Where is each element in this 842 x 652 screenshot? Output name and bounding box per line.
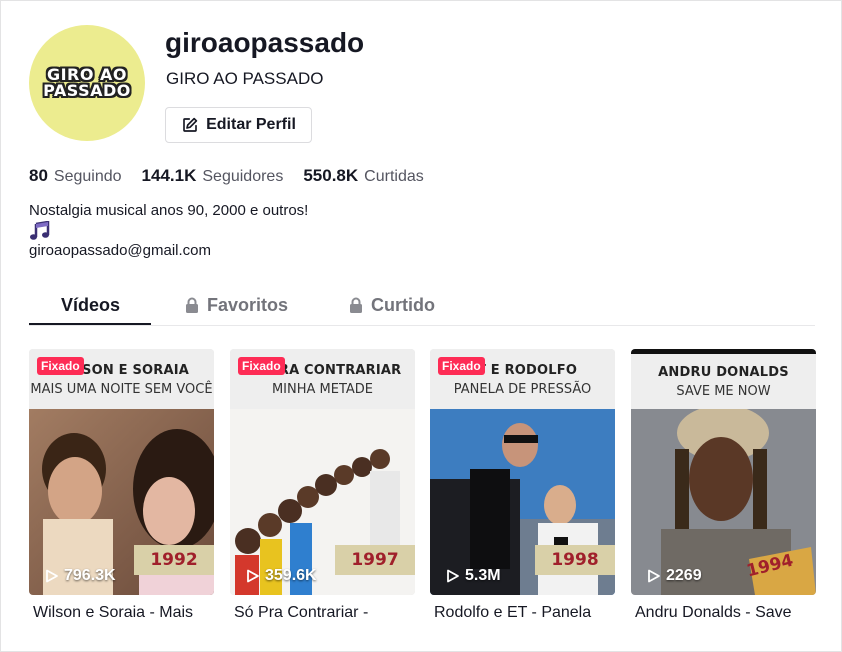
video-caption[interactable]: Rodolfo e ET - Panela — [434, 604, 624, 622]
stat-value: 80 — [29, 166, 48, 185]
tab-liked[interactable]: Curtido — [349, 285, 435, 325]
tab-favorites[interactable]: Favoritos — [185, 285, 288, 325]
avatar-logo-line2: PASSADO — [43, 81, 131, 100]
video-card[interactable]: ANDRU DONALDS SAVE ME NOW 1994 2269 — [631, 349, 816, 595]
profile-tabs: Vídeos Favoritos Curtido — [29, 285, 815, 326]
video-caption[interactable]: Só Pra Contrariar - — [234, 604, 424, 622]
view-count: 359.6K — [246, 567, 317, 585]
pinned-badge: Fixado — [438, 357, 485, 375]
view-count-value: 359.6K — [265, 567, 317, 584]
thumbnail-song: SAVE ME NOW — [676, 384, 771, 399]
stat-followers[interactable]: 144.1K Seguidores — [142, 166, 284, 186]
pinned-badge: Fixado — [238, 357, 285, 375]
thumbnail-song: PANELA DE PRESSÃO — [453, 382, 592, 397]
stat-value: 550.8K — [303, 166, 359, 185]
stat-value: 144.1K — [141, 166, 197, 185]
profile-page: GIRO AO PASSADO giroaopassado GIRO AO PA… — [0, 0, 842, 652]
video-card[interactable]: WILSON E SORAIA MAIS UMA NOITE SEM VOCÊ … — [29, 349, 214, 595]
lock-icon — [350, 297, 362, 313]
stat-likes: 550.8K Curtidas — [303, 166, 423, 186]
thumbnail-song: MINHA METADE — [271, 382, 374, 397]
tab-label: Curtido — [371, 294, 435, 315]
bio-email: giroaopassado@gmail.com — [29, 242, 211, 259]
username: giroaopassado — [165, 27, 365, 58]
video-thumbnail-header: ANDRU DONALDS SAVE ME NOW — [631, 349, 816, 409]
thumbnail-artist: ANDRU DONALDS — [658, 365, 789, 380]
thumbnail-song: MAIS UMA NOITE SEM VOCÊ — [30, 382, 213, 397]
edit-icon — [183, 117, 198, 132]
tab-label: Favoritos — [207, 294, 289, 315]
play-icon — [46, 569, 58, 583]
edit-profile-label: Editar Perfil — [206, 116, 296, 133]
play-icon — [447, 569, 459, 583]
view-count-value: 796.3K — [64, 567, 116, 584]
view-count: 2269 — [647, 567, 702, 585]
bio-text: Nostalgia musical anos 90, 2000 e outros… — [29, 202, 309, 219]
avatar-logo: GIRO AO PASSADO — [43, 67, 131, 99]
lock-icon — [186, 297, 198, 313]
video-caption[interactable]: Andru Donalds - Save — [635, 604, 825, 622]
stat-label: Seguidores — [202, 168, 284, 185]
stats-bar: 80 Seguindo 144.1K Seguidores 550.8K Cur… — [29, 166, 444, 186]
view-count-value: 5.3M — [465, 567, 501, 584]
avatar[interactable]: GIRO AO PASSADO — [29, 25, 145, 141]
thumbnail-year: 1998 — [535, 545, 615, 575]
view-count: 796.3K — [45, 567, 116, 585]
video-card[interactable]: ET E RODOLFO PANELA DE PRESSÃO Fixado 19… — [430, 349, 615, 595]
video-caption[interactable]: Wilson e Soraia - Mais — [33, 604, 223, 622]
music-note-icon — [30, 221, 50, 240]
view-count-value: 2269 — [666, 567, 702, 584]
nickname: GIRO AO PASSADO — [166, 69, 324, 88]
thumbnail-year: 1992 — [134, 545, 214, 575]
edit-profile-button[interactable]: Editar Perfil — [165, 107, 312, 143]
tab-videos[interactable]: Vídeos — [61, 285, 120, 325]
video-card[interactable]: SÓ PRA CONTRARIAR MINHA METADE Fixado 19… — [230, 349, 415, 595]
play-icon — [648, 569, 660, 583]
view-count: 5.3M — [446, 567, 501, 585]
pinned-badge: Fixado — [37, 357, 84, 375]
stat-label: Curtidas — [364, 168, 424, 185]
tab-label: Vídeos — [61, 294, 121, 315]
stat-label: Seguindo — [53, 168, 122, 185]
play-icon — [247, 569, 259, 583]
thumbnail-year: 1997 — [335, 545, 415, 575]
stat-following[interactable]: 80 Seguindo — [29, 166, 122, 186]
tab-active-indicator — [29, 323, 151, 325]
